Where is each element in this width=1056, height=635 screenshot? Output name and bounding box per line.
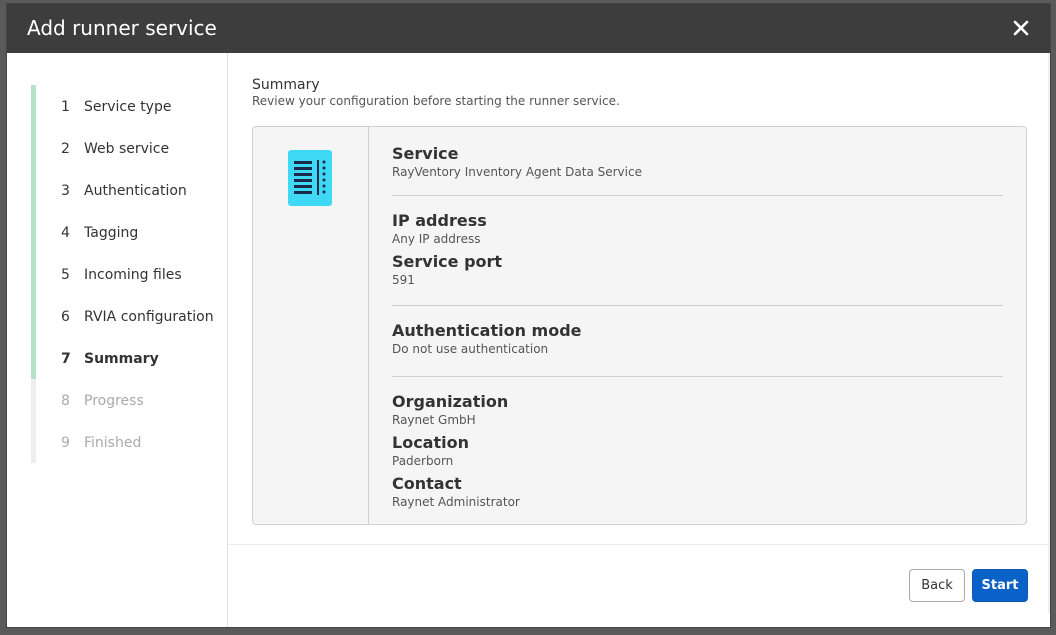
step-number: 3 [61, 183, 70, 199]
step-finished: 9 Finished [31, 421, 227, 463]
service-value: RayVentory Inventory Agent Data Service [392, 165, 642, 179]
location-value: Paderborn [392, 454, 454, 468]
step-progress-bar [31, 295, 36, 337]
footer-divider [228, 544, 1050, 545]
step-tagging[interactable]: 4 Tagging [31, 211, 227, 253]
step-label: Web service [84, 141, 170, 157]
back-button[interactable]: Back [909, 569, 965, 602]
step-rvia-configuration[interactable]: 6 RVIA configuration [31, 295, 227, 337]
contact-label: Contact [392, 474, 462, 493]
step-number: 1 [61, 99, 70, 115]
step-number: 9 [61, 435, 70, 451]
section-subtitle: Review your configuration before startin… [252, 94, 620, 108]
step-number: 7 [61, 351, 71, 367]
step-progress-bar [31, 211, 36, 253]
step-label: Progress [84, 393, 144, 409]
step-label: Summary [84, 351, 159, 367]
organization-label: Organization [392, 392, 509, 411]
dialog-title: Add runner service [27, 16, 217, 40]
document-list-icon [288, 150, 332, 210]
summary-details: Service RayVentory Inventory Agent Data … [392, 144, 1003, 515]
step-incoming-files[interactable]: 5 Incoming files [31, 253, 227, 295]
step-web-service[interactable]: 2 Web service [31, 127, 227, 169]
step-progress-bar [31, 421, 36, 463]
authentication-mode-label: Authentication mode [392, 321, 582, 340]
section-title: Summary [252, 77, 320, 93]
step-authentication[interactable]: 3 Authentication [31, 169, 227, 211]
step-number: 4 [61, 225, 70, 241]
step-number: 8 [61, 393, 70, 409]
step-label: Tagging [84, 225, 139, 241]
network-group: IP address Any IP address Service port 5… [392, 195, 1003, 305]
step-label: RVIA configuration [84, 309, 214, 325]
service-port-value: 591 [392, 273, 415, 287]
step-label: Service type [84, 99, 172, 115]
scrollbar-track[interactable] [1048, 53, 1050, 613]
step-progress-bar [31, 85, 36, 127]
step-number: 2 [61, 141, 70, 157]
ip-address-value: Any IP address [392, 232, 481, 246]
step-progress-bar [31, 337, 36, 379]
add-runner-service-dialog: Add runner service 1 Service type 2 Web … [6, 3, 1051, 628]
close-icon[interactable] [1008, 15, 1034, 41]
dialog-titlebar: Add runner service [7, 4, 1050, 53]
step-summary[interactable]: 7 Summary [31, 337, 227, 379]
service-label: Service [392, 144, 459, 163]
step-progress-bar [31, 253, 36, 295]
wizard-steps-sidebar: 1 Service type 2 Web service 3 Authentic… [7, 53, 228, 627]
step-progress-bar [31, 379, 36, 421]
step-progress: 8 Progress [31, 379, 227, 421]
step-label: Authentication [84, 183, 187, 199]
tagging-group: Organization Raynet GmbH Location Paderb… [392, 376, 1003, 510]
authentication-group: Authentication mode Do not use authentic… [392, 305, 1003, 376]
summary-content: Summary Review your configuration before… [228, 53, 1050, 627]
start-button[interactable]: Start [972, 569, 1028, 602]
step-number: 5 [61, 267, 70, 283]
summary-card: Service RayVentory Inventory Agent Data … [252, 126, 1027, 525]
step-label: Finished [84, 435, 142, 451]
summary-card-icon-pane [253, 127, 369, 524]
step-label: Incoming files [84, 267, 182, 283]
steps-list: 1 Service type 2 Web service 3 Authentic… [31, 85, 227, 463]
ip-address-label: IP address [392, 211, 487, 230]
authentication-mode-value: Do not use authentication [392, 342, 549, 356]
contact-value: Raynet Administrator [392, 495, 520, 509]
location-label: Location [392, 433, 469, 452]
step-number: 6 [61, 309, 70, 325]
service-group: Service RayVentory Inventory Agent Data … [392, 144, 1003, 195]
step-progress-bar [31, 127, 36, 169]
organization-value: Raynet GmbH [392, 413, 476, 427]
service-port-label: Service port [392, 252, 503, 271]
step-progress-bar [31, 169, 36, 211]
step-service-type[interactable]: 1 Service type [31, 85, 227, 127]
